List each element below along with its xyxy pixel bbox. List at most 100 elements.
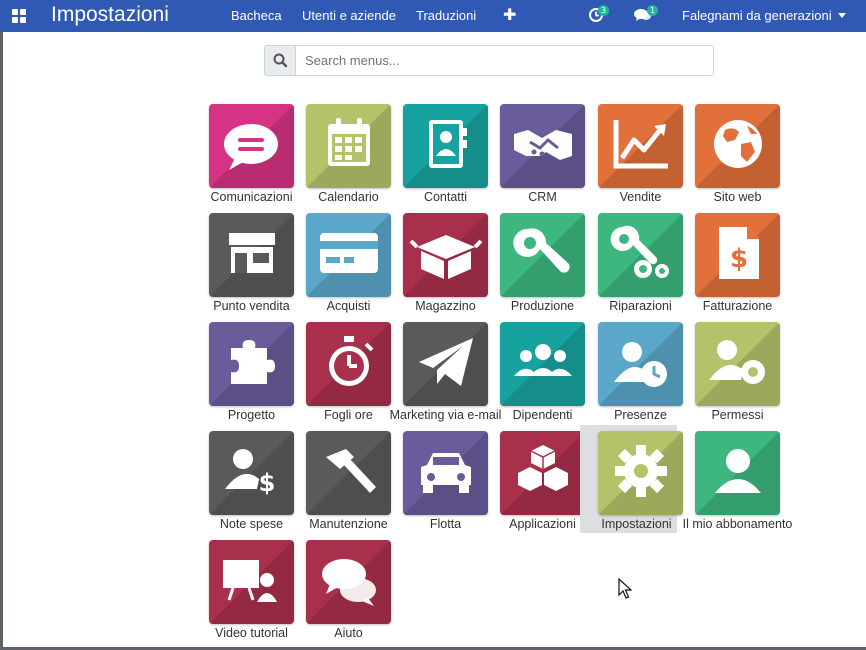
app-label: Il mio abbonamento [682,517,793,531]
app-tile-vendite[interactable]: Vendite [584,104,683,213]
app-label: Dipendenti [512,408,573,422]
menu-bacheca[interactable]: Bacheca [231,8,282,23]
app-tile-bg [403,431,488,515]
app-tile-contatti[interactable]: Contatti [389,104,488,213]
app-tile-comunicazioni[interactable]: Comunicazioni [195,104,294,213]
invoice-icon: $ [719,227,759,279]
app-tile-bg [209,322,294,406]
app-tile-progetto[interactable]: Progetto [195,322,294,431]
handshake-icon [514,130,572,160]
credit-card-icon [320,233,378,273]
user-dollar-icon: $ [225,449,276,497]
search-icon [273,53,288,68]
app-tile-bg: $ [209,431,294,515]
address-book-icon [429,120,467,168]
box-icon [409,235,483,279]
mouse-pointer [618,577,633,604]
plus-icon[interactable]: ✚ [503,5,516,24]
paper-plane-icon [419,338,473,386]
app-tile-fogli-ore[interactable]: Fogli ore [292,322,391,431]
app-tile-fatturazione[interactable]: $ Fatturazione [681,213,780,322]
app-tile-crm[interactable]: CRM [486,104,585,213]
puzzle-icon [231,340,275,384]
app-tile-bg [209,104,294,188]
app-tile-riparazioni[interactable]: Riparazioni [584,213,683,322]
app-tile-manutenzione[interactable]: Manutenzione [292,431,391,540]
app-tile-marketing-via-e-mail[interactable]: Marketing via e-mail [389,322,501,431]
user-gear-icon [709,340,765,384]
wrench-gear-icon [610,225,669,278]
app-tile-bg [695,322,780,406]
app-tile-bg [598,213,683,297]
app-label: Impostazioni [601,517,672,531]
app-tile-bg [209,540,294,624]
company-name: Falegnami da generazioni [682,8,832,23]
activity-clock-icon[interactable]: 3 [588,5,610,27]
app-tile-produzione[interactable]: Produzione [486,213,585,322]
app-tile-aiuto[interactable]: Aiuto [292,540,391,649]
app-tile-punto-vendita[interactable]: Punto vendita [195,213,294,322]
app-tile-bg [403,322,488,406]
app-label: Fatturazione [702,299,773,313]
app-tile-bg [403,104,488,188]
chevron-down-icon [837,13,846,18]
app-tile-bg [695,104,780,188]
chat-bubbles-icon [322,559,376,606]
messages-icon[interactable]: 1 [634,5,659,27]
svg-text:$: $ [730,244,748,274]
app-tile-note-spese[interactable]: $ Note spese [195,431,294,540]
hammer-icon [326,449,376,493]
app-tile-bg [306,431,391,515]
app-label: Aiuto [334,626,363,640]
search-button[interactable] [264,45,296,76]
chat-bubble-icon [224,124,278,170]
car-icon [421,453,471,493]
app-tile-il-mio-abbonamento[interactable]: Il mio abbonamento [681,431,792,540]
messages-badge: 1 [647,5,659,16]
shop-icon [229,233,275,273]
app-tile-bg [500,213,585,297]
app-tile-permessi[interactable]: Permessi [681,322,780,431]
search-input[interactable] [295,45,714,76]
app-tile-bg [500,322,585,406]
app-tile-bg: $ [695,213,780,297]
app-tile-bg [403,213,488,297]
app-tile-applicazioni[interactable]: Applicazioni [486,431,585,540]
app-title: Impostazioni [51,3,169,26]
menu-traduzioni[interactable]: Traduzioni [416,8,476,23]
app-tile-bg [306,104,391,188]
menu-utenti-aziende[interactable]: Utenti e aziende [302,8,396,23]
presentation-icon [223,560,277,602]
app-tile-calendario[interactable]: Calendario [292,104,391,213]
app-tile-acquisti[interactable]: Acquisti [292,213,391,322]
svg-text:$: $ [259,469,276,497]
company-switcher[interactable]: Falegnami da generazioni [682,8,846,23]
menu-search [264,45,714,76]
app-tile-presenze[interactable]: Presenze [584,322,683,431]
app-tile-dipendenti[interactable]: Dipendenti [486,322,585,431]
app-tile-bg [500,431,585,515]
calendar-icon [328,118,370,166]
app-tile-bg [209,213,294,297]
app-tile-flotta[interactable]: Flotta [389,431,488,540]
user-clock-icon [614,342,667,387]
app-tile-bg [598,104,683,188]
cubes-icon [518,445,568,491]
app-label: Sito web [713,190,762,204]
app-tile-video-tutorial[interactable]: Video tutorial [195,540,294,649]
app-tile-impostazioni[interactable]: Impostazioni [580,425,683,533]
app-tile-bg [598,322,683,406]
app-tile-bg [306,213,391,297]
app-tile-bg [306,540,391,624]
app-tile-magazzino[interactable]: Magazzino [389,213,488,322]
stopwatch-icon [329,336,374,386]
users-icon [514,344,572,376]
wrench-icon [513,228,570,273]
activity-badge: 3 [598,5,610,16]
apps-grid-icon[interactable] [12,9,26,23]
app-tile-sito-web[interactable]: Sito web [681,104,780,213]
gear-icon [615,445,667,497]
app-label: Produzione [510,299,575,313]
line-chart-icon [613,120,668,169]
app-tile-bg [598,431,683,515]
